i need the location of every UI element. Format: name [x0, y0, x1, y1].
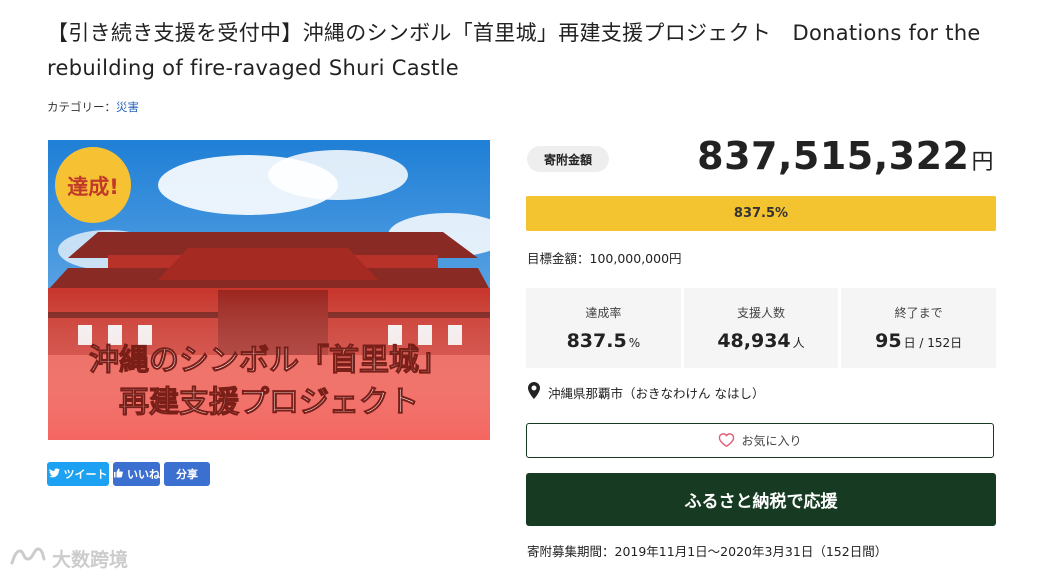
goal-amount: 目標金額：100,000,000円: [527, 251, 682, 266]
stat-unit: %: [628, 336, 641, 350]
location-text: 沖縄県那覇市（おきなわけん なはし）: [548, 385, 765, 401]
tweet-button[interactable]: ツイート: [47, 462, 109, 486]
donate-hometown-tax-button[interactable]: ふるさと納税で応援: [526, 473, 996, 526]
project-hero-image: 達成! 沖縄のシンボル「首里城」 再建支援プロジェクト: [48, 140, 490, 440]
hero-title-line1: 沖縄のシンボル「首里城」: [89, 343, 449, 378]
achieved-badge: 達成!: [67, 175, 119, 199]
twitter-bird-icon: [48, 467, 60, 481]
tweet-label: ツイート: [63, 468, 108, 481]
heart-icon: [718, 432, 735, 450]
watermark-text: 大数跨境: [52, 549, 129, 571]
project-location: 沖縄県那覇市（おきなわけん なはし）: [528, 382, 764, 402]
category-prefix: カテゴリー：: [47, 100, 116, 114]
favorite-label: お気に入り: [741, 434, 802, 448]
progress-bar: 837.5%: [526, 196, 996, 231]
stat-value: 95 日 / 152日: [875, 330, 962, 352]
map-pin-icon: [528, 382, 540, 402]
stats-panel: 達成率 837.5% 支援人数 48,934 人 終了まで 95 日 / 152日: [526, 288, 997, 368]
progress-label: 837.5%: [733, 206, 789, 221]
stat-supporters: 支援人数 48,934 人: [683, 288, 839, 368]
page-title: 【引き続き支援を受付中】沖縄のシンボル「首里城」再建支援プロジェクト Donat…: [47, 21, 981, 80]
donation-amount: 837,515,322円: [697, 134, 994, 178]
watermark-logo-icon: [10, 545, 46, 572]
stat-label: 支援人数: [737, 306, 786, 320]
category-link[interactable]: 災害: [116, 100, 139, 114]
stat-value: 837.5%: [567, 330, 641, 352]
like-button[interactable]: いいね: [113, 462, 160, 486]
hero-title-line2: 再建支援プロジェクト: [119, 385, 419, 420]
thumbs-up-icon: [113, 468, 123, 481]
stat-days-remaining: 終了まで 95 日 / 152日: [841, 288, 997, 368]
category-line: カテゴリー：災害: [47, 99, 139, 115]
watermark: 大数跨境: [10, 545, 128, 572]
like-label: いいね: [127, 468, 160, 481]
stat-unit: 人: [792, 336, 805, 350]
stat-achievement-rate: 達成率 837.5%: [526, 288, 681, 368]
yen-unit: 円: [971, 150, 994, 175]
share-label: 分享: [176, 468, 198, 481]
stat-unit: 日 / 152日: [903, 336, 963, 350]
stat-label: 達成率: [585, 306, 622, 320]
donation-period: 寄附募集期間：2019年11月1日〜2020年3月31日（152日間）: [527, 544, 888, 559]
stat-number: 837.5: [566, 330, 627, 352]
stat-number: 48,934: [717, 330, 791, 352]
share-button[interactable]: 分享: [164, 462, 210, 486]
donation-amount-value: 837,515,322: [697, 134, 970, 178]
stat-number: 95: [875, 330, 902, 352]
donation-amount-pill: 寄附金額: [527, 146, 609, 172]
favorite-button[interactable]: お気に入り: [526, 423, 994, 458]
stat-label: 終了まで: [894, 306, 943, 320]
stat-value: 48,934 人: [717, 330, 804, 352]
